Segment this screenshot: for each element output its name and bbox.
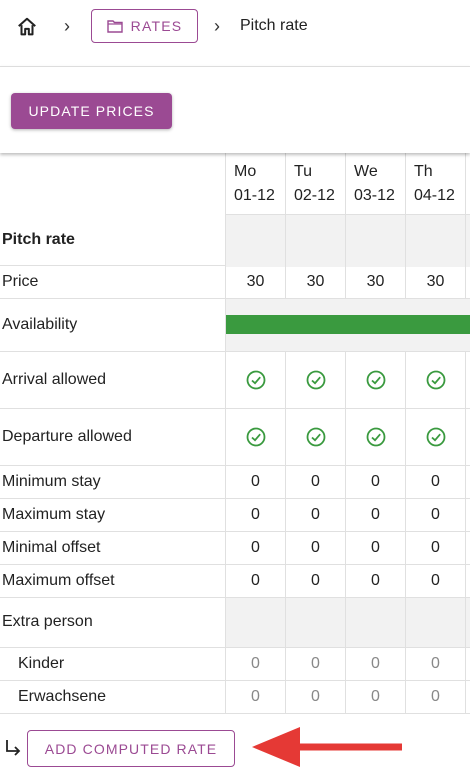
value-cell[interactable]: 0 [285, 648, 345, 680]
row-label: Price [2, 273, 39, 290]
value-cell[interactable]: 0 [345, 499, 405, 531]
row-label: Minimal offset [2, 539, 101, 556]
availability-row: Availability [0, 299, 470, 352]
rates-label: RATES [130, 18, 183, 34]
row-label: Kinder [18, 655, 65, 672]
day-date: 04-12 [414, 187, 455, 204]
minimum-stay-row: Minimum stay 0 0 0 0 [0, 466, 470, 499]
home-icon[interactable] [16, 16, 38, 38]
row-label: Availability [2, 316, 78, 333]
value-cell[interactable]: 0 [285, 681, 345, 713]
update-prices-button[interactable]: UPDATE PRICES [11, 93, 172, 129]
day-date: 02-12 [294, 187, 335, 204]
departure-row: Departure allowed [0, 409, 470, 466]
value-cell[interactable]: 0 [345, 466, 405, 498]
price-cell[interactable]: 30 [345, 266, 405, 298]
chevron-right-icon: › [64, 16, 70, 36]
arrival-row: Arrival allowed [0, 352, 470, 409]
minimal-offset-row: Minimal offset 0 0 0 0 [0, 532, 470, 565]
value-cell[interactable]: 0 [345, 681, 405, 713]
day-header: Mo 01-12 [225, 152, 285, 214]
check-circle-icon[interactable] [246, 370, 266, 390]
value-cell[interactable]: 0 [225, 466, 285, 498]
extra-person-row: Extra person [0, 598, 470, 648]
row-label: Extra person [2, 613, 93, 630]
row-label: Arrival allowed [2, 371, 107, 388]
day-of-week: Th [414, 163, 433, 180]
availability-bar[interactable] [226, 315, 470, 334]
day-header-partial [465, 152, 470, 214]
check-circle-icon[interactable] [426, 370, 446, 390]
day-header: Th 04-12 [405, 152, 465, 214]
value-cell[interactable]: 0 [405, 648, 465, 680]
value-cell[interactable]: 0 [285, 466, 345, 498]
kinder-row: Kinder 0 0 0 0 [0, 648, 470, 681]
availability-track [225, 299, 470, 351]
value-cell[interactable]: 0 [405, 565, 465, 597]
check-circle-icon[interactable] [426, 427, 446, 447]
row-label: Maximum offset [2, 572, 115, 589]
day-header: Tu 02-12 [285, 152, 345, 214]
subdirectory-arrow-icon [6, 740, 21, 756]
folder-icon [106, 20, 123, 33]
price-cell[interactable]: 30 [405, 266, 465, 298]
breadcrumb-current: Pitch rate [240, 17, 308, 34]
add-computed-rate-button[interactable]: ADD COMPUTED RATE [27, 730, 235, 767]
check-circle-icon[interactable] [306, 370, 326, 390]
breadcrumb: › RATES › Pitch rate [0, 0, 470, 66]
maximum-offset-row: Maximum offset 0 0 0 0 [0, 565, 470, 598]
day-of-week: Tu [294, 163, 313, 180]
day-of-week: We [354, 163, 378, 180]
day-header: We 03-12 [345, 152, 405, 214]
check-circle-icon[interactable] [306, 427, 326, 447]
grid-header-row: Mo 01-12 Tu 02-12 We 03-12 Th 04-12 Pitc… [0, 152, 470, 267]
add-rate-row: ADD COMPUTED RATE [0, 720, 470, 780]
value-cell[interactable]: 0 [345, 648, 405, 680]
day-date: 03-12 [354, 187, 395, 204]
value-cell[interactable]: 0 [225, 499, 285, 531]
arrow-left-icon [252, 727, 402, 767]
price-row: Price 30 30 30 30 [0, 266, 470, 299]
price-cell[interactable]: 30 [225, 266, 285, 298]
row-label: Departure allowed [2, 428, 132, 445]
row-label: Maximum stay [2, 506, 106, 523]
day-of-week: Mo [234, 163, 257, 180]
section-header-cells [225, 214, 470, 267]
value-cell[interactable]: 0 [345, 532, 405, 564]
rate-grid: Mo 01-12 Tu 02-12 We 03-12 Th 04-12 Pitc… [0, 152, 470, 714]
day-date: 01-12 [234, 187, 275, 204]
value-cell[interactable]: 0 [285, 532, 345, 564]
value-cell[interactable]: 0 [225, 532, 285, 564]
toolbar: UPDATE PRICES [0, 66, 470, 153]
value-cell[interactable]: 0 [405, 499, 465, 531]
value-cell[interactable]: 0 [225, 681, 285, 713]
row-label: Erwachsene [18, 688, 107, 705]
erwachsene-row: Erwachsene 0 0 0 0 [0, 681, 470, 714]
value-cell[interactable]: 0 [405, 681, 465, 713]
rates-breadcrumb-button[interactable]: RATES [91, 9, 198, 43]
value-cell[interactable]: 0 [285, 565, 345, 597]
value-cell[interactable]: 0 [345, 565, 405, 597]
price-cell[interactable]: 30 [285, 266, 345, 298]
check-circle-icon[interactable] [366, 370, 386, 390]
value-cell[interactable]: 0 [225, 565, 285, 597]
value-cell[interactable]: 0 [225, 648, 285, 680]
section-title: Pitch rate [2, 231, 75, 248]
value-cell[interactable]: 0 [405, 466, 465, 498]
maximum-stay-row: Maximum stay 0 0 0 0 [0, 499, 470, 532]
value-cell[interactable]: 0 [285, 499, 345, 531]
check-circle-icon[interactable] [366, 427, 386, 447]
check-circle-icon[interactable] [246, 427, 266, 447]
value-cell[interactable]: 0 [405, 532, 465, 564]
row-label: Minimum stay [2, 473, 101, 490]
chevron-right-icon: › [214, 16, 220, 36]
